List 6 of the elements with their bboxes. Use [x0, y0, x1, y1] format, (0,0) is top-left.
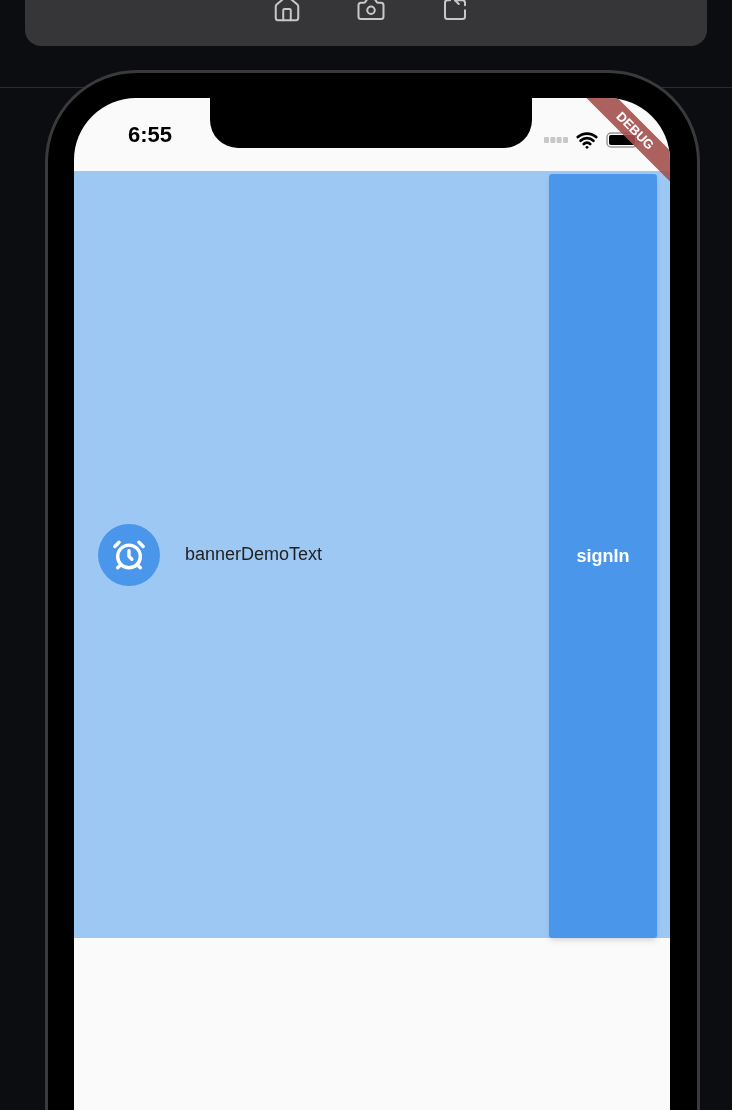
- status-time: 6:55: [128, 121, 173, 149]
- wifi-icon: [576, 129, 598, 151]
- home-icon[interactable]: [272, 0, 302, 24]
- signal-icon: [544, 137, 568, 143]
- banner-text: bannerDemoText: [185, 543, 323, 566]
- sign-in-button[interactable]: signIn: [549, 174, 657, 938]
